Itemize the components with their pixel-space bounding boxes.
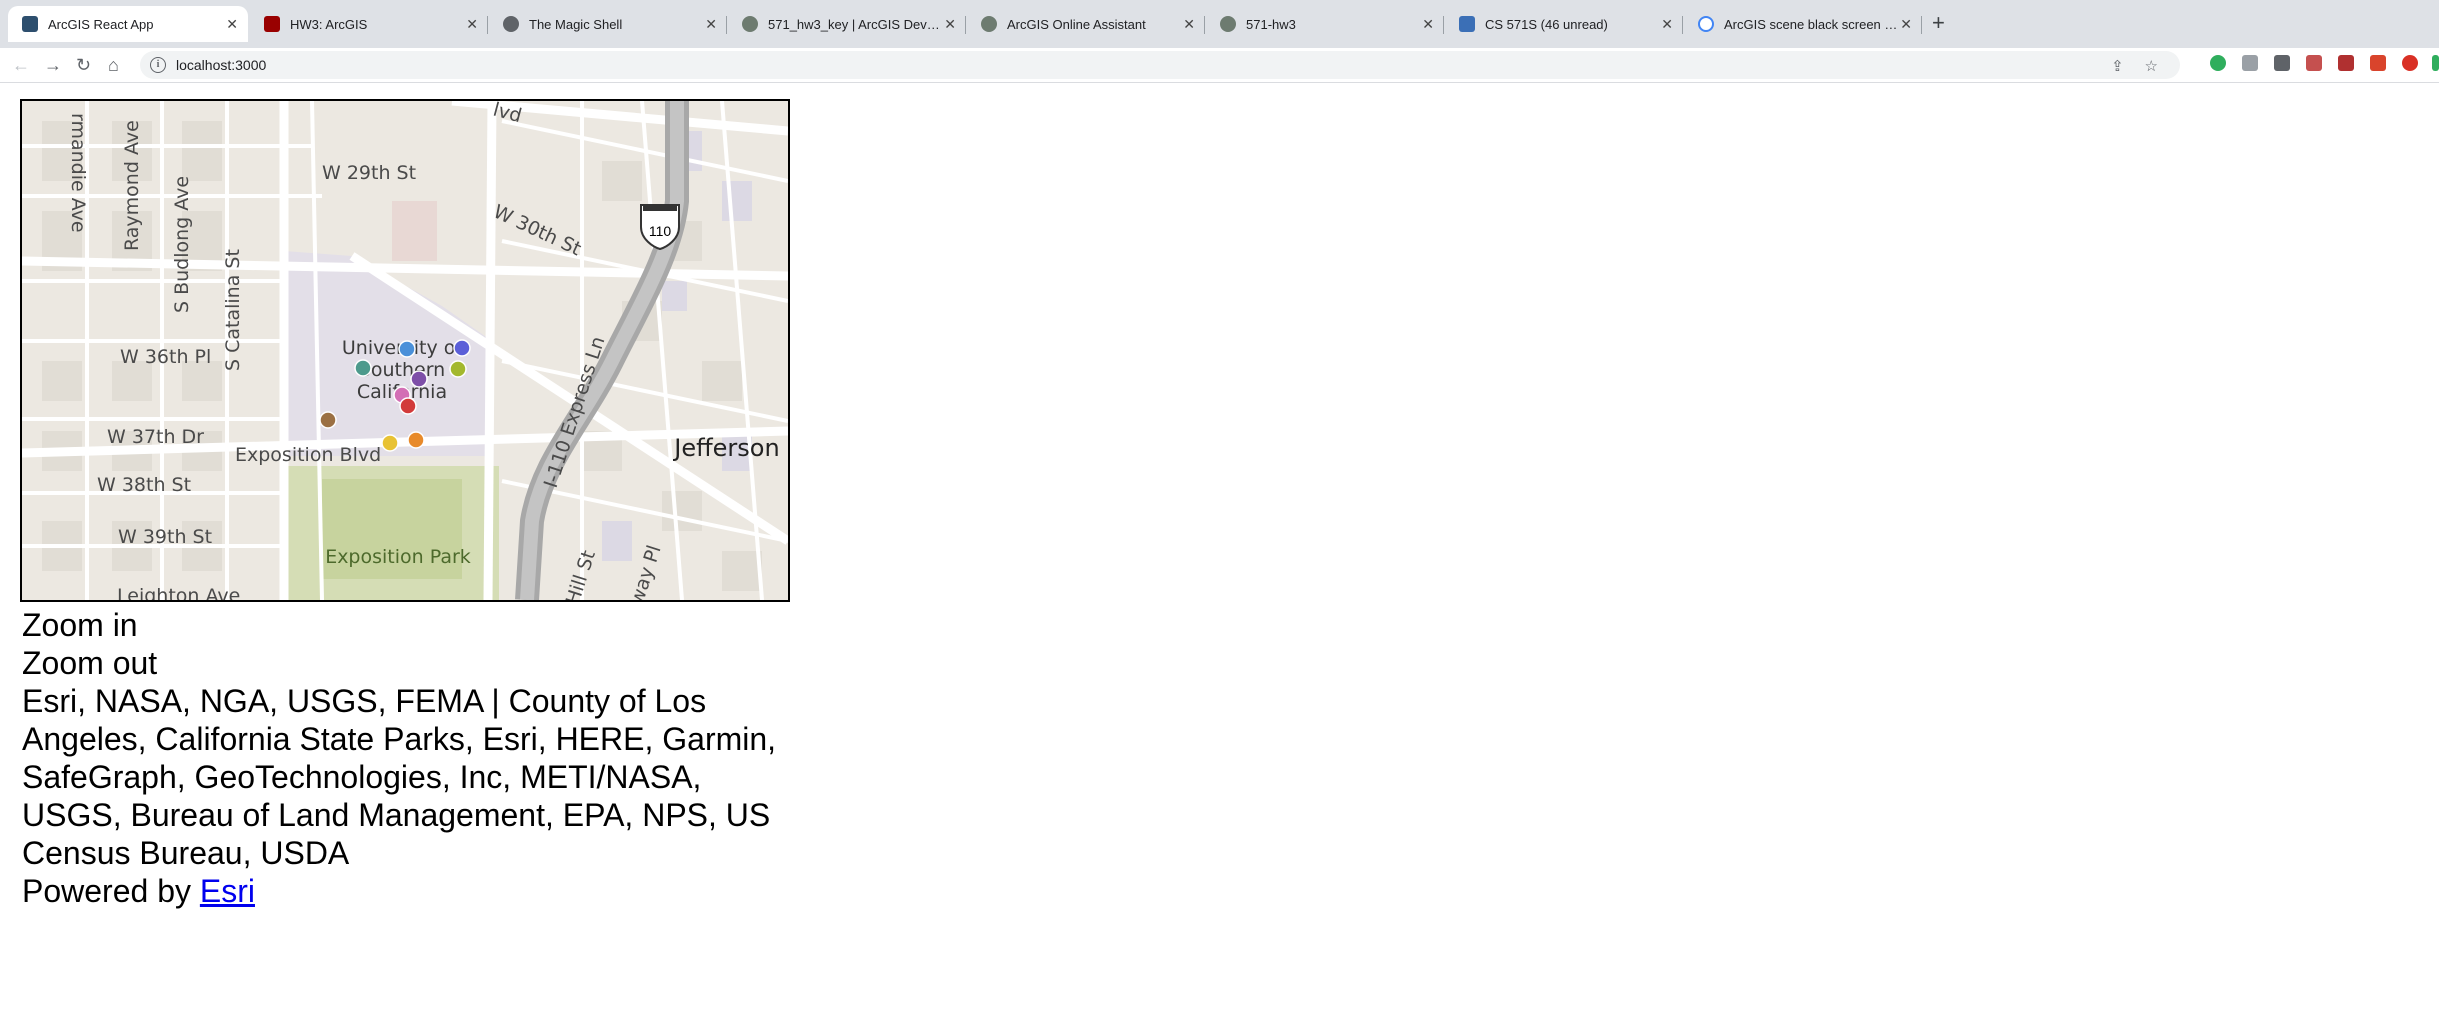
map-marker[interactable] [453,339,471,357]
map-widget-text: Zoom in Zoom out Esri, NASA, NGA, USGS, … [22,606,792,910]
share-icon[interactable]: ⇪ [2111,58,2124,75]
map-view[interactable]: 110 rmandie Ave Raymond Ave S Budlong Av… [20,99,790,602]
map-marker[interactable] [398,340,416,358]
map-marker[interactable] [449,360,467,378]
map-marker[interactable] [407,431,425,449]
map-marker[interactable] [399,397,417,415]
close-tab-icon[interactable]: ✕ [1422,15,1434,33]
arcgis-globe-icon [981,16,997,32]
street-label: W 38th St [97,474,191,496]
arcgis-globe-icon [742,16,758,32]
browser-toolbar: ← → ↻ ⌂ i localhost:3000 ⇪ ☆ [0,48,2439,83]
browser-tab[interactable]: ArcGIS Online Assistant ✕ [967,6,1205,42]
back-icon[interactable]: ← [12,55,30,75]
powered-by-label: Powered by [22,873,200,909]
globe-icon [503,16,519,32]
place-label: Southern [359,359,445,381]
browser-tab[interactable]: 571_hw3_key | ArcGIS Develop ✕ [728,6,966,42]
bookmark-star-icon[interactable]: ☆ [2145,58,2158,75]
street-label: Exposition Blvd [235,444,381,466]
tab-strip: ArcGIS React App ✕ HW3: ArcGIS ✕ The Mag… [0,0,2439,48]
browser-tab[interactable]: ArcGIS React App ✕ [8,6,248,42]
street-label: W 36th Pl [120,346,211,368]
street-label: W 37th Dr [107,426,204,448]
tab-title: 571_hw3_key | ArcGIS Develop [768,16,952,32]
street-label: W 39th St [118,526,212,548]
close-tab-icon[interactable]: ✕ [226,15,238,33]
street-label: Leighton Ave [117,585,240,600]
tab-title: ArcGIS React App [48,16,154,32]
close-tab-icon[interactable]: ✕ [466,15,478,33]
extension-icon[interactable] [2338,55,2354,71]
close-tab-icon[interactable]: ✕ [944,15,956,33]
street-label: rmandie Ave [67,113,89,233]
piazza-icon [1459,16,1475,32]
url-text: localhost:3000 [176,57,267,73]
tab-title: The Magic Shell [529,16,623,32]
close-tab-icon[interactable]: ✕ [705,15,717,33]
attribution-text: Esri, NASA, NGA, USGS, FEMA | County of … [22,683,777,871]
powered-by: Powered by Esri [22,872,792,910]
esri-link[interactable]: Esri [200,873,255,909]
street-label: W 29th St [322,162,416,184]
close-tab-icon[interactable]: ✕ [1661,15,1673,33]
extension-icon[interactable] [2242,55,2258,71]
map-marker[interactable] [410,370,428,388]
zoom-out-button[interactable]: Zoom out [22,644,792,682]
tab-title: ArcGIS Online Assistant [1007,16,1146,32]
new-tab-icon[interactable]: + [1932,12,1945,34]
extension-icon[interactable] [2402,55,2418,71]
address-bar[interactable]: i localhost:3000 ⇪ ☆ [140,51,2180,79]
arcgis-icon [22,16,38,32]
close-tab-icon[interactable]: ✕ [1900,15,1912,33]
browser-tab[interactable]: The Magic Shell ✕ [489,6,727,42]
map-marker[interactable] [319,411,337,429]
tab-title: 571-hw3 [1246,16,1296,32]
usc-icon [264,16,280,32]
extension-icon[interactable] [2274,55,2290,71]
extension-icon[interactable] [2432,55,2439,71]
basemap: 110 rmandie Ave Raymond Ave S Budlong Av… [22,101,788,600]
tab-title: HW3: ArcGIS [290,16,368,32]
grammarly-extension-icon[interactable] [2210,55,2226,71]
arcgis-globe-icon [1220,16,1236,32]
place-label: Exposition Park [325,546,471,568]
extension-icon[interactable] [2306,55,2322,71]
zoom-in-button[interactable]: Zoom in [22,606,792,644]
google-icon [1698,16,1714,32]
street-label: Raymond Ave [121,120,143,251]
street-label: S Catalina St [222,249,244,371]
omnibox-actions: ⇪ ☆ [2111,57,2158,75]
tab-title: CS 571S (46 unread) [1485,16,1608,32]
extension-icon[interactable] [2370,55,2386,71]
tab-title: ArcGIS scene black screen rea [1724,16,1904,32]
reload-icon[interactable]: ↻ [76,55,91,75]
street-label: S Budlong Ave [171,176,193,313]
close-tab-icon[interactable]: ✕ [1183,15,1195,33]
browser-tab[interactable]: HW3: ArcGIS ✕ [250,6,488,42]
home-icon[interactable]: ⌂ [108,55,119,75]
browser-tab[interactable]: 571-hw3 ✕ [1206,6,1444,42]
site-info-icon[interactable]: i [150,57,166,73]
browser-tab[interactable]: ArcGIS scene black screen rea ✕ [1684,6,1922,42]
shield-label: 110 [649,223,672,239]
forward-icon[interactable]: → [44,55,62,75]
browser-tab[interactable]: CS 571S (46 unread) ✕ [1445,6,1683,42]
map-marker[interactable] [354,359,372,377]
place-label: Jefferson [672,434,779,462]
map-marker[interactable] [381,434,399,452]
